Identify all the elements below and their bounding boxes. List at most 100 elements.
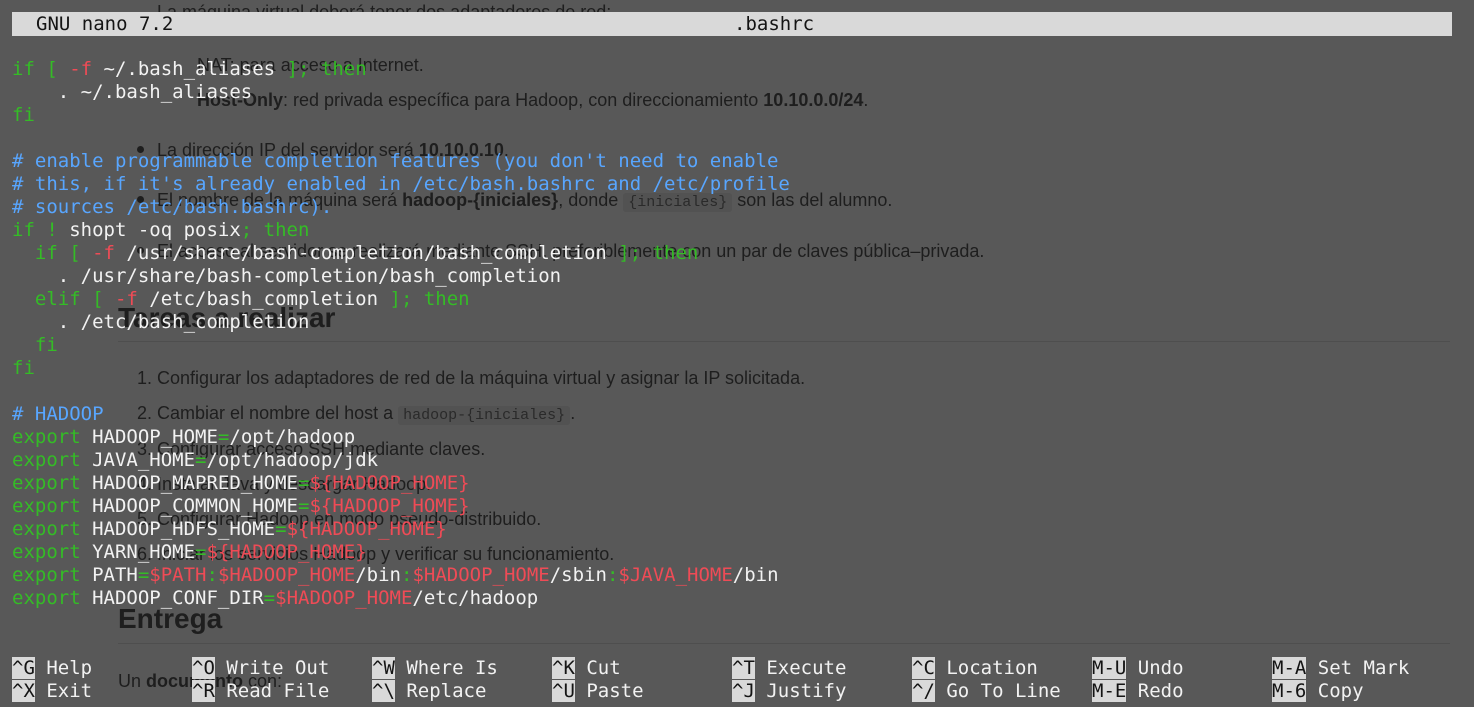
editor-line[interactable]: # HADOOP [12, 403, 1452, 426]
editor-line[interactable]: fi [12, 357, 1452, 380]
code-token: ~/.bash_aliases [92, 58, 287, 80]
shortcut-key: ^O [192, 657, 215, 679]
code-token: HADOOP_COMMON_HOME [92, 495, 298, 517]
editor-line[interactable]: elif [ -f /etc/bash_completion ]; then [12, 288, 1452, 311]
code-token: # enable programmable completion feature… [12, 150, 779, 172]
shortcut-replace[interactable]: ^\ Replace [372, 680, 486, 703]
shortcut-label: Paste [586, 680, 644, 702]
code-token: = [263, 587, 276, 609]
code-token: $HADOOP_HOME [412, 564, 550, 586]
shortcut-paste[interactable]: ^U Paste [552, 680, 644, 703]
code-token: . /usr/share/bash-completion/bash_comple… [12, 265, 562, 287]
shortcut-key: ^T [732, 657, 755, 679]
shortcut-key: M-E [1092, 680, 1127, 702]
code-token: export [12, 495, 93, 517]
code-token: /bin [732, 564, 779, 586]
code-token: /opt/hadoop/jdk [206, 449, 379, 471]
code-token: HADOOP_CONF_DIR [92, 587, 264, 609]
code-token: if [ [12, 58, 70, 80]
screen: La máquina virtual deberá tener dos adap… [0, 0, 1474, 707]
shortcut-location[interactable]: ^C Location [912, 657, 1038, 680]
code-token: HADOOP_HDFS_HOME [92, 518, 276, 540]
shortcut-exit[interactable]: ^X Exit [12, 680, 92, 703]
code-token: if ! [12, 219, 70, 241]
editor-line[interactable]: export HADOOP_CONF_DIR=$HADOOP_HOME/etc/… [12, 587, 1452, 610]
editor-line[interactable]: export HADOOP_COMMON_HOME=${HADOOP_HOME} [12, 495, 1452, 518]
editor-line[interactable]: export JAVA_HOME=/opt/hadoop/jdk [12, 449, 1452, 472]
code-token: HADOOP_HOME [92, 426, 218, 448]
shortcut-where-is[interactable]: ^W Where Is [372, 657, 498, 680]
shortcut-help[interactable]: ^G Help [12, 657, 92, 680]
shortcut-redo[interactable]: M-E Redo [1092, 680, 1184, 703]
code-token: ${HADOOP_HOME} [309, 472, 470, 494]
code-token: elif [ [12, 288, 115, 310]
shortcut-execute[interactable]: ^T Execute [732, 657, 846, 680]
code-token: export [12, 587, 93, 609]
shortcut-key: ^R [192, 680, 215, 702]
shortcut-justify[interactable]: ^J Justify [732, 680, 846, 703]
editor-line[interactable]: . ~/.bash_aliases [12, 81, 1452, 104]
code-token: ${HADOOP_HOME} [286, 518, 447, 540]
nano-version: GNU nano 7.2 [36, 13, 174, 35]
code-token: JAVA_HOME [92, 449, 196, 471]
code-token: ; then [240, 219, 310, 241]
editor-line[interactable]: if [ -f /usr/share/bash-completion/bash_… [12, 242, 1452, 265]
shortcut-copy[interactable]: M-6 Copy [1272, 680, 1364, 703]
code-token: /etc/hadoop [412, 587, 539, 609]
code-token: /etc/bash_completion [137, 288, 390, 310]
editor-line[interactable]: export PATH=$PATH:$HADOOP_HOME/bin:$HADO… [12, 564, 1452, 587]
editor-line[interactable]: # enable programmable completion feature… [12, 150, 1452, 173]
code-token: # HADOOP [12, 403, 104, 425]
editor-line[interactable]: export HADOOP_HOME=/opt/hadoop [12, 426, 1452, 449]
editor-line[interactable]: if ! shopt -oq posix; then [12, 219, 1452, 242]
terminal[interactable]: GNU nano 7.2 .bashrc if [ -f ~/.bash_ali… [0, 0, 1474, 707]
code-token: = [195, 449, 207, 471]
code-token: ]; then [389, 288, 470, 310]
code-token: # sources /etc/bash.bashrc). [12, 196, 333, 218]
code-token: /opt/hadoop [229, 426, 356, 448]
editor-line[interactable]: fi [12, 334, 1452, 357]
editor-line[interactable]: if [ -f ~/.bash_aliases ]; then [12, 58, 1452, 81]
editor-line[interactable]: . /usr/share/bash-completion/bash_comple… [12, 265, 1452, 288]
code-token: fi [12, 104, 35, 126]
code-token: if [ [12, 242, 93, 264]
shortcut-label: Execute [766, 657, 847, 679]
code-token: -f [69, 58, 93, 80]
code-token: fi [12, 334, 58, 356]
shortcut-label: Copy [1317, 680, 1364, 702]
code-token: ]; then [286, 58, 367, 80]
editor-line[interactable]: # sources /etc/bash.bashrc). [12, 196, 1452, 219]
shortcut-write-out[interactable]: ^O Write Out [192, 657, 329, 680]
code-token: shopt -oq posix [69, 219, 241, 241]
code-token: export [12, 518, 93, 540]
code-token: = [217, 426, 230, 448]
code-token: -f [92, 242, 115, 264]
shortcut-label: Replace [406, 680, 487, 702]
editor-line[interactable] [12, 127, 1452, 150]
shortcut-cut[interactable]: ^K Cut [552, 657, 621, 680]
shortcut-set-mark[interactable]: M-A Set Mark [1272, 657, 1409, 680]
editor-line[interactable]: . /etc/bash_completion [12, 311, 1452, 334]
code-token: -f [114, 288, 138, 310]
shortcut-read-file[interactable]: ^R Read File [192, 680, 329, 703]
editor-line[interactable]: export HADOOP_HDFS_HOME=${HADOOP_HOME} [12, 518, 1452, 541]
code-token: HADOOP_MAPRED_HOME [92, 472, 298, 494]
code-token: . /etc/bash_completion [12, 311, 310, 333]
editor-line[interactable]: # this, if it's already enabled in /etc/… [12, 173, 1452, 196]
code-token: ${HADOOP_HOME} [206, 541, 367, 563]
editor-line[interactable] [12, 380, 1452, 403]
shortcut-undo[interactable]: M-U Undo [1092, 657, 1184, 680]
editor-line[interactable]: export HADOOP_MAPRED_HOME=${HADOOP_HOME} [12, 472, 1452, 495]
shortcut-key: ^U [552, 680, 575, 702]
editor-buffer[interactable]: if [ -f ~/.bash_aliases ]; then . ~/.bas… [12, 58, 1452, 610]
code-token: ${HADOOP_HOME} [309, 495, 470, 517]
code-token: /bin [355, 564, 401, 586]
shortcut-key: M-6 [1272, 680, 1307, 702]
code-token: ]; then [618, 242, 699, 264]
shortcut-key: ^X [12, 680, 35, 702]
code-token: = [275, 518, 287, 540]
editor-line[interactable]: fi [12, 104, 1452, 127]
shortcut-go-to-line[interactable]: ^/ Go To Line [912, 680, 1061, 703]
editor-line[interactable]: export YARN_HOME=${HADOOP_HOME} [12, 541, 1452, 564]
shortcut-key: ^/ [912, 680, 935, 702]
